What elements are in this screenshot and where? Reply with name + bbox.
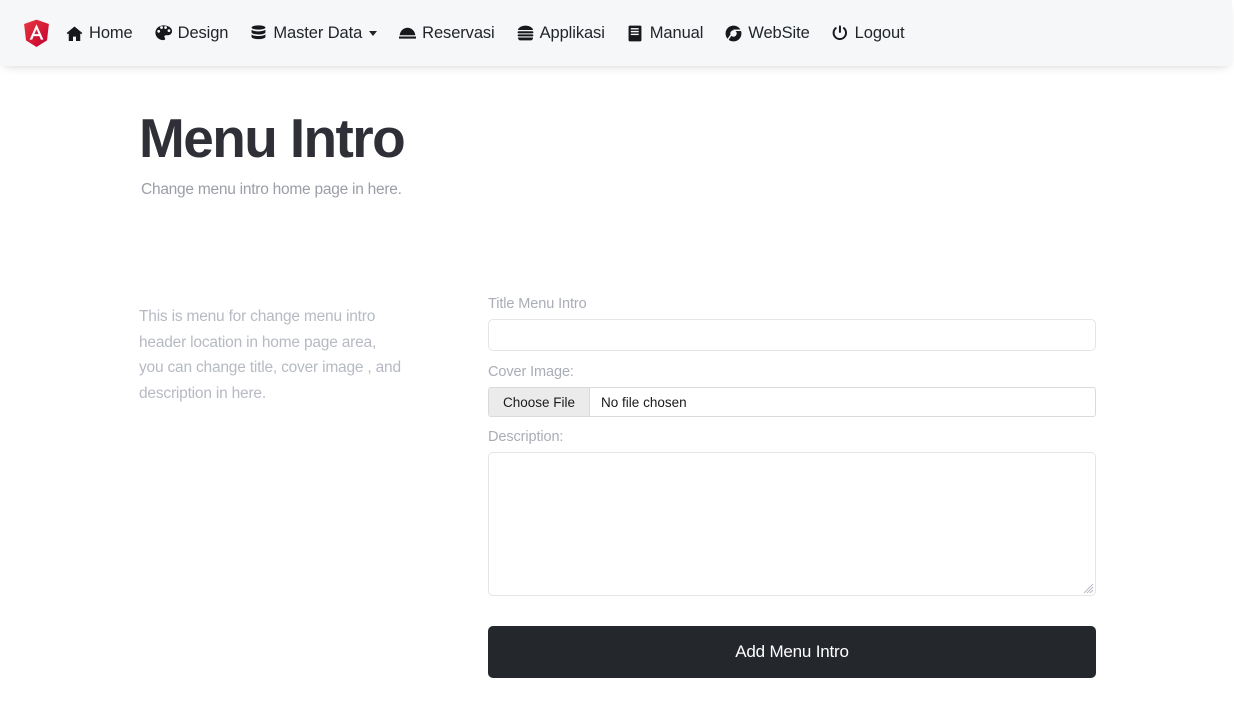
- nav-item-master-data[interactable]: Master Data: [250, 22, 389, 45]
- footer: © 2021 build with axcora technology: [0, 678, 1234, 720]
- content-row: This is menu for change menu intro heade…: [0, 199, 1234, 679]
- add-menu-intro-button[interactable]: Add Menu Intro: [488, 626, 1096, 679]
- nav-item-design[interactable]: Design: [155, 22, 241, 45]
- page-body: Menu Intro Change menu intro home page i…: [0, 66, 1234, 720]
- nav-label: Home: [89, 23, 133, 42]
- nav-label: Reservasi: [422, 23, 495, 42]
- nav-label: Manual: [649, 23, 704, 42]
- hamburger-food-icon: [517, 25, 534, 42]
- intro-description-text: This is menu for change menu intro heade…: [139, 308, 401, 402]
- nav-label: Applikasi: [539, 23, 605, 42]
- page-subtitle: Change menu intro home page in here.: [141, 181, 402, 199]
- form-column: Title Menu Intro Cover Image: Choose Fil…: [488, 296, 1096, 679]
- nav-item-applikasi[interactable]: Applikasi: [517, 22, 617, 45]
- nav-item-home[interactable]: Home: [66, 22, 145, 45]
- palette-icon: [155, 25, 172, 42]
- nav-item-reservasi[interactable]: Reservasi: [399, 22, 506, 45]
- nav-item-website[interactable]: WebSite: [725, 22, 821, 45]
- cover-image-label: Cover Image:: [488, 364, 574, 381]
- angular-logo-icon[interactable]: [22, 18, 50, 48]
- file-status-text: No file chosen: [601, 394, 687, 410]
- nav-label: Master Data: [273, 23, 363, 42]
- page-header: Menu Intro Change menu intro home page i…: [0, 66, 1234, 199]
- nav-label: WebSite: [748, 23, 810, 42]
- description-field-label: Description:: [488, 429, 564, 446]
- nav-label: Design: [177, 23, 229, 42]
- nav-item-manual[interactable]: Manual: [627, 22, 716, 45]
- title-menu-intro-input[interactable]: [488, 319, 1096, 352]
- title-field-label: Title Menu Intro: [488, 296, 587, 313]
- description-textarea-wrap: [488, 452, 1096, 597]
- concierge-bell-icon: [399, 25, 417, 42]
- description-textarea[interactable]: [488, 452, 1096, 597]
- nav-label: Logout: [854, 23, 905, 42]
- cover-image-file-input[interactable]: Choose File No file chosen: [488, 387, 1096, 418]
- choose-file-button[interactable]: Choose File: [489, 388, 591, 417]
- book-icon: [627, 25, 644, 42]
- top-navbar: Home Design Master Data Reservasi Applik…: [0, 0, 1232, 66]
- page-title: Menu Intro: [139, 107, 406, 169]
- power-icon: [832, 24, 849, 42]
- chevron-down-icon[interactable]: [369, 30, 378, 36]
- navbar-links: Home Design Master Data Reservasi Applik…: [66, 22, 917, 45]
- home-icon: [66, 25, 83, 42]
- description-column: This is menu for change menu intro heade…: [139, 296, 429, 678]
- nav-item-logout[interactable]: Logout: [832, 22, 917, 45]
- database-icon: [250, 24, 267, 42]
- chrome-icon: [725, 25, 742, 42]
